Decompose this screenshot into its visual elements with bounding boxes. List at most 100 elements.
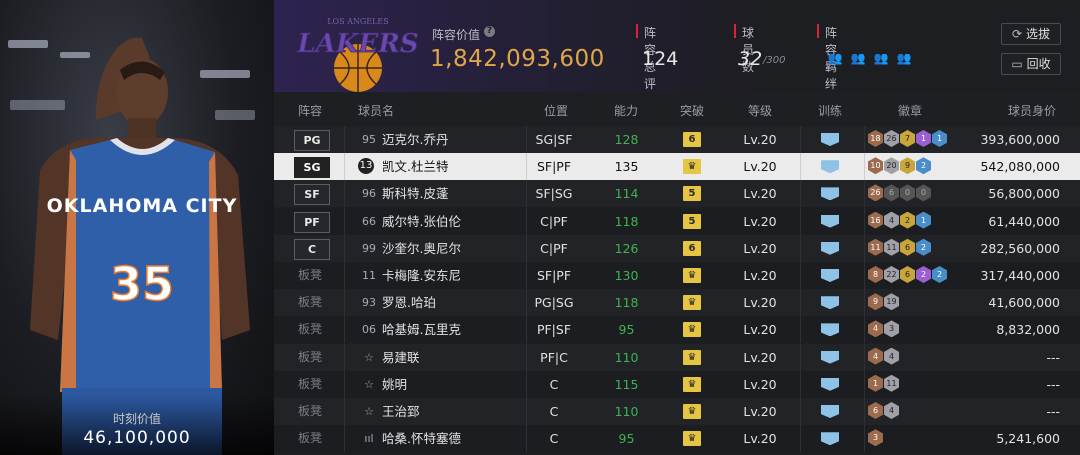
col-lineup[interactable]: 阵容 bbox=[298, 102, 322, 119]
badge-list[interactable]: 44 bbox=[868, 347, 899, 365]
table-row[interactable]: PF 66 威尔特.张伯伦 C|PF 118 5 Lv.20 16 4 2 1 61,440,000 bbox=[274, 207, 1080, 235]
player-count-max: /300 bbox=[763, 55, 786, 66]
breakthrough-badge[interactable]: 5 bbox=[683, 213, 701, 229]
col-breakthrough[interactable]: 突破 bbox=[680, 102, 704, 119]
table-row[interactable]: 板凳 ☆ 王治郅 C 110 ♛ Lv.20 6 4 --- bbox=[274, 398, 1080, 425]
badge-bronze-icon: 18 bbox=[868, 130, 883, 147]
badge-list[interactable]: 26 6 0 0 bbox=[868, 184, 931, 202]
badge-gold-icon: 7 bbox=[900, 130, 915, 147]
table-row[interactable]: C 99 沙奎尔.奥尼尔 C|PF 126 6 Lv.20 11 11 6 2 282,560,000 bbox=[274, 234, 1080, 262]
player-name[interactable]: 威尔特.张伯伦 bbox=[382, 208, 461, 235]
breakthrough-badge[interactable]: 5 bbox=[683, 186, 701, 202]
badge-blue-icon: 2 bbox=[916, 157, 931, 175]
table-row[interactable]: SG 13 凯文.杜兰特 SF|PF 135 ♛ Lv.20 10 20 9 2 542,080,00… bbox=[274, 153, 1080, 181]
breakthrough-crown-icon[interactable]: ♛ bbox=[683, 159, 701, 175]
moment-value: 46,100,000 bbox=[83, 428, 191, 448]
badge-bronze-icon: 4 bbox=[868, 347, 883, 365]
table-row[interactable]: 板凳 ☆ 姚明 C 115 ♛ Lv.20 1 11 --- bbox=[274, 370, 1080, 398]
table-row[interactable]: SF 96 斯科特.皮蓬 SF|SG 114 5 Lv.20 26 6 0 0 56,800,000 bbox=[274, 180, 1080, 208]
badge-list[interactable]: 16 4 2 1 bbox=[868, 211, 931, 229]
training-crown-icon[interactable] bbox=[821, 405, 839, 418]
bond-people-bronze-icon[interactable]: 👥 bbox=[826, 49, 844, 67]
breakthrough-badge[interactable]: 6 bbox=[683, 132, 701, 147]
player-name[interactable]: 凯文.杜兰特 bbox=[382, 153, 448, 180]
player-name[interactable]: 易建联 bbox=[382, 344, 420, 371]
training-crown-icon[interactable] bbox=[821, 269, 839, 282]
player-value: 8,832,000 bbox=[996, 322, 1060, 338]
breakthrough-crown-icon[interactable]: ♛ bbox=[683, 268, 701, 283]
player-name[interactable]: 沙奎尔.奥尼尔 bbox=[382, 235, 461, 262]
training-crown-icon[interactable] bbox=[821, 296, 839, 310]
training-crown-icon[interactable] bbox=[821, 377, 839, 391]
badge-list[interactable]: 10 20 9 2 bbox=[868, 157, 931, 175]
player-name[interactable]: 哈基姆.瓦里克 bbox=[382, 316, 461, 343]
player-name[interactable]: 罗恩.哈珀 bbox=[382, 289, 436, 316]
badge-list[interactable]: 43 bbox=[868, 320, 899, 338]
col-player-name[interactable]: 球员名 bbox=[358, 102, 394, 119]
player-name[interactable]: 卡梅隆.安东尼 bbox=[382, 262, 461, 289]
badge-list[interactable]: 8 22 6 2 2 bbox=[868, 266, 947, 283]
return-button[interactable]: ▭ 回收 bbox=[1001, 53, 1061, 75]
lineup-value-label: 阵容价值 bbox=[432, 28, 481, 42]
col-level[interactable]: 等级 bbox=[748, 102, 772, 119]
training-crown-icon[interactable] bbox=[821, 350, 839, 364]
player-name[interactable]: 迈克尔.乔丹 bbox=[382, 126, 448, 153]
badge-list[interactable]: 11 11 6 2 bbox=[868, 238, 931, 256]
table-row[interactable]: 板凳 ııl 哈桑.怀特塞德 C 95 ♛ Lv.20 3 5,241,600 bbox=[274, 425, 1080, 453]
player-name[interactable]: 王治郅 bbox=[382, 398, 420, 425]
help-icon[interactable]: ? bbox=[484, 26, 495, 37]
training-crown-icon[interactable] bbox=[821, 187, 839, 201]
badge-blue-icon: 1 bbox=[916, 211, 931, 229]
badge-dark-icon: 6 bbox=[884, 184, 899, 202]
training-crown-icon[interactable] bbox=[821, 432, 839, 446]
breakthrough-crown-icon[interactable]: ♛ bbox=[683, 431, 701, 447]
col-player-value[interactable]: 球员身价 bbox=[1008, 102, 1056, 119]
table-row[interactable]: 板凳 06 哈基姆.瓦里克 PF|SF 95 ♛ Lv.20 4 3 8,832,000 bbox=[274, 316, 1080, 344]
slot-badge[interactable]: SG bbox=[294, 157, 330, 179]
col-training[interactable]: 训练 bbox=[818, 102, 842, 119]
player-name[interactable]: 姚明 bbox=[382, 371, 407, 398]
player-value: 56,800,000 bbox=[988, 186, 1060, 202]
player-level: Lv.20 bbox=[743, 132, 777, 147]
table-row[interactable]: PG 95 迈克尔.乔丹 SG|SF 128 6 Lv.20 18 26 7 1 1 393,600,0… bbox=[274, 126, 1080, 153]
badge-list[interactable]: 18 26 7 1 1 bbox=[868, 130, 947, 147]
table-row[interactable]: 板凳 93 罗恩.哈珀 PG|SG 118 ♛ Lv.20 9 19 41,600,000 bbox=[274, 289, 1080, 317]
breakthrough-badge[interactable]: 6 bbox=[683, 240, 701, 256]
breakthrough-crown-icon[interactable]: ♛ bbox=[683, 404, 701, 419]
col-badges[interactable]: 徽章 bbox=[898, 102, 922, 119]
slot-badge[interactable]: SF bbox=[294, 184, 330, 206]
training-crown-icon[interactable] bbox=[821, 214, 839, 228]
badge-list[interactable]: 3 bbox=[868, 429, 883, 447]
table-row[interactable]: 板凳 11 卡梅隆.安东尼 SF|PF 130 ♛ Lv.20 8 22 6 2 2 317,440,0… bbox=[274, 262, 1080, 289]
player-value: 542,080,000 bbox=[980, 159, 1060, 175]
badge-list[interactable]: 1 11 bbox=[868, 374, 899, 392]
bond-people-silver-icon[interactable]: 👥 bbox=[849, 49, 867, 67]
badge-purple-icon: 2 bbox=[916, 266, 931, 283]
table-row[interactable]: 板凳 ☆ 易建联 PF|C 110 ♛ Lv.20 4 4 --- bbox=[274, 343, 1080, 371]
slot-badge[interactable]: PF bbox=[294, 211, 330, 233]
player-name[interactable]: 哈桑.怀特塞德 bbox=[382, 425, 461, 452]
badge-list[interactable]: 9 19 bbox=[868, 293, 899, 311]
col-ability[interactable]: 能力 bbox=[614, 102, 638, 119]
breakthrough-crown-icon[interactable]: ♛ bbox=[683, 295, 701, 311]
col-position[interactable]: 位置 bbox=[544, 102, 568, 119]
player-name[interactable]: 斯科特.皮蓬 bbox=[382, 180, 448, 207]
slot-badge[interactable]: PG bbox=[294, 130, 330, 151]
player-ability: 95 bbox=[618, 431, 635, 447]
bond-people-blue-icon[interactable]: 👥 bbox=[895, 49, 913, 67]
badge-list[interactable]: 64 bbox=[868, 402, 899, 419]
player-value: 317,440,000 bbox=[980, 268, 1060, 283]
slot-badge[interactable]: C bbox=[294, 238, 330, 260]
breakthrough-crown-icon[interactable]: ♛ bbox=[683, 322, 701, 338]
training-crown-icon[interactable] bbox=[821, 133, 839, 146]
training-crown-icon[interactable] bbox=[821, 323, 839, 337]
team-logo: LOS ANGELES LAKERS bbox=[296, 17, 419, 92]
return-button-label: 回收 bbox=[1026, 57, 1051, 71]
breakthrough-crown-icon[interactable]: ♛ bbox=[683, 376, 701, 392]
training-crown-icon[interactable] bbox=[821, 241, 839, 255]
select-button[interactable]: ⟳ 选拔 bbox=[1001, 23, 1061, 45]
bond-people-gold-icon[interactable]: 👥 bbox=[872, 49, 890, 67]
training-crown-icon[interactable] bbox=[821, 160, 839, 174]
badge-silver-icon: 4 bbox=[884, 211, 899, 229]
breakthrough-crown-icon[interactable]: ♛ bbox=[683, 349, 701, 365]
